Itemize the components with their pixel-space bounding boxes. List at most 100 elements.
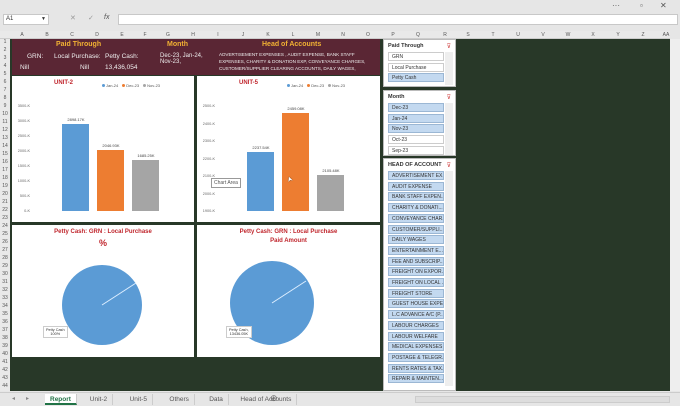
column-header[interactable]: G	[158, 31, 178, 39]
pie-amount-chart[interactable]: Petty Cash: GRN : Local Purchase Paid Amo…	[197, 225, 380, 357]
slicer-scrollbar[interactable]	[445, 52, 453, 85]
row-header[interactable]: 27	[0, 247, 10, 253]
unit-2-chart[interactable]: UNIT-2 Jan-24 Dec-23 Nov-23 0-K 500-K 1000-K 15…	[12, 76, 194, 222]
slicer-item[interactable]: DAILY WAGES	[388, 235, 444, 245]
row-header[interactable]: 40	[0, 351, 10, 357]
vertical-scrollbar[interactable]	[670, 39, 680, 391]
tab-scroll-right-icon[interactable]: ▸	[26, 395, 29, 402]
column-header[interactable]: Z	[633, 31, 653, 39]
slicer-item[interactable]: LABOUR CHARGES	[388, 320, 444, 330]
bar-dec-23[interactable]	[97, 149, 124, 211]
column-header[interactable]: A	[12, 31, 32, 39]
row-header[interactable]: 19	[0, 183, 10, 189]
row-header[interactable]: 43	[0, 375, 10, 381]
column-header[interactable]: H	[183, 31, 203, 39]
column-header[interactable]: Q	[408, 31, 428, 39]
slicer-item[interactable]: CONVEYANCE CHAR...	[388, 213, 444, 223]
column-header[interactable]: K	[258, 31, 278, 39]
slicer-item[interactable]: Dec-23	[388, 103, 444, 112]
slicer-item[interactable]: FREIGHT STORE	[388, 288, 444, 298]
row-header[interactable]: 10	[0, 111, 10, 117]
column-header[interactable]: U	[508, 31, 528, 39]
slicer-item[interactable]: GRN	[388, 52, 444, 61]
row-header[interactable]: 23	[0, 215, 10, 221]
bar-jan-24[interactable]	[247, 151, 274, 211]
formula-input[interactable]	[118, 14, 678, 25]
row-header[interactable]: 12	[0, 127, 10, 133]
tab-head-of-accounts[interactable]: Head of Accounts	[235, 394, 298, 405]
row-header[interactable]: 30	[0, 271, 10, 277]
enter-icon[interactable]: ✓	[88, 14, 94, 22]
slicer-item[interactable]: FREIGHT ON EXPOR...	[388, 267, 444, 277]
row-header[interactable]: 8	[0, 95, 10, 101]
slicer-item[interactable]: POSTAGE & TELEGR...	[388, 352, 444, 362]
column-header[interactable]: L	[283, 31, 303, 39]
row-header[interactable]: 32	[0, 287, 10, 293]
tab-unit-2[interactable]: Unit-2	[85, 394, 114, 405]
row-header[interactable]: 36	[0, 319, 10, 325]
column-header[interactable]: N	[333, 31, 353, 39]
slicer-item[interactable]: Local Purchase	[388, 62, 444, 72]
slicer-scrollbar[interactable]	[445, 103, 453, 155]
slicer-item[interactable]: Sep-23	[388, 145, 444, 155]
unit-5-chart[interactable]: UNIT-5 Jan-24 Dec-23 Nov-23 1900-K 2000-K 2100…	[197, 76, 380, 222]
slicer-item[interactable]: CHARITY & DONATI...	[388, 203, 444, 213]
row-header[interactable]: 26	[0, 239, 10, 245]
row-header[interactable]: 37	[0, 327, 10, 333]
slicer-item[interactable]: Jan-24	[388, 113, 444, 123]
row-header[interactable]: 35	[0, 311, 10, 317]
column-header[interactable]: X	[583, 31, 603, 39]
column-header[interactable]: AA	[656, 31, 676, 39]
row-header[interactable]: 21	[0, 199, 10, 205]
column-header[interactable]: J	[233, 31, 253, 39]
row-header[interactable]: 34	[0, 303, 10, 309]
cancel-icon[interactable]: ✕	[70, 14, 76, 22]
function-icon[interactable]: fx	[104, 14, 109, 21]
slicer-item[interactable]: ENTERTAINMENT E...	[388, 245, 444, 255]
bar-jan-24[interactable]	[62, 124, 89, 211]
row-header[interactable]: 38	[0, 335, 10, 341]
row-header[interactable]: 44	[0, 383, 10, 389]
slicer-paid-through[interactable]: Paid Through ⊽ GRN Local Purchase Petty Cash	[383, 39, 456, 87]
column-header[interactable]: D	[87, 31, 107, 39]
slicer-item[interactable]: Nov-23	[388, 124, 444, 134]
column-header[interactable]: O	[358, 31, 378, 39]
row-header[interactable]: 5	[0, 71, 10, 77]
restore-icon[interactable]: ▫	[640, 1, 643, 10]
column-header[interactable]: M	[308, 31, 328, 39]
bar-dec-23[interactable]	[282, 113, 309, 211]
slicer-item[interactable]: FREIGHT ON LOCAL ...	[388, 278, 444, 287]
close-icon[interactable]: ✕	[660, 1, 667, 10]
column-header[interactable]: W	[558, 31, 578, 39]
row-header[interactable]: 29	[0, 263, 10, 269]
row-header[interactable]: 3	[0, 55, 10, 61]
slicer-item[interactable]: BANK STAFF EXPEN...	[388, 192, 444, 202]
tab-scroll-left-icon[interactable]: ◂	[12, 395, 15, 402]
bar-nov-23[interactable]	[317, 175, 344, 211]
row-header[interactable]: 31	[0, 279, 10, 285]
column-header[interactable]: S	[458, 31, 478, 39]
bar-nov-23[interactable]	[132, 160, 159, 211]
slicer-month[interactable]: Month ⊽ Dec-23 Jan-24 Nov-23 Oct-23 Sep-23	[383, 90, 456, 156]
row-header[interactable]: 4	[0, 63, 10, 69]
column-header[interactable]: V	[533, 31, 553, 39]
column-header[interactable]: E	[112, 31, 132, 39]
tab-data[interactable]: Data	[204, 394, 229, 405]
column-header[interactable]: P	[383, 31, 403, 39]
slicer-item[interactable]: Petty Cash	[388, 73, 444, 83]
row-header[interactable]: 1	[0, 39, 10, 45]
column-header[interactable]: I	[208, 31, 228, 39]
slicer-item[interactable]: AUDIT EXPENSE	[388, 181, 444, 191]
row-header[interactable]: 41	[0, 359, 10, 365]
clear-filter-icon[interactable]: ⊽	[447, 162, 451, 169]
slicer-item[interactable]: Oct-23	[388, 135, 444, 145]
row-header[interactable]: 39	[0, 343, 10, 349]
tab-unit-5[interactable]: Unit-5	[125, 394, 153, 405]
slicer-item[interactable]: GUEST HOUSE EXPE...	[388, 299, 444, 309]
clear-filter-icon[interactable]: ⊽	[447, 94, 451, 101]
horizontal-scrollbar[interactable]	[415, 396, 670, 403]
row-header[interactable]: 24	[0, 223, 10, 229]
slicer-item[interactable]: MEDICAL EXPENSES	[388, 342, 444, 352]
slicer-item[interactable]: LABOUR WELFARE	[388, 331, 444, 341]
row-header[interactable]: 2	[0, 47, 10, 53]
